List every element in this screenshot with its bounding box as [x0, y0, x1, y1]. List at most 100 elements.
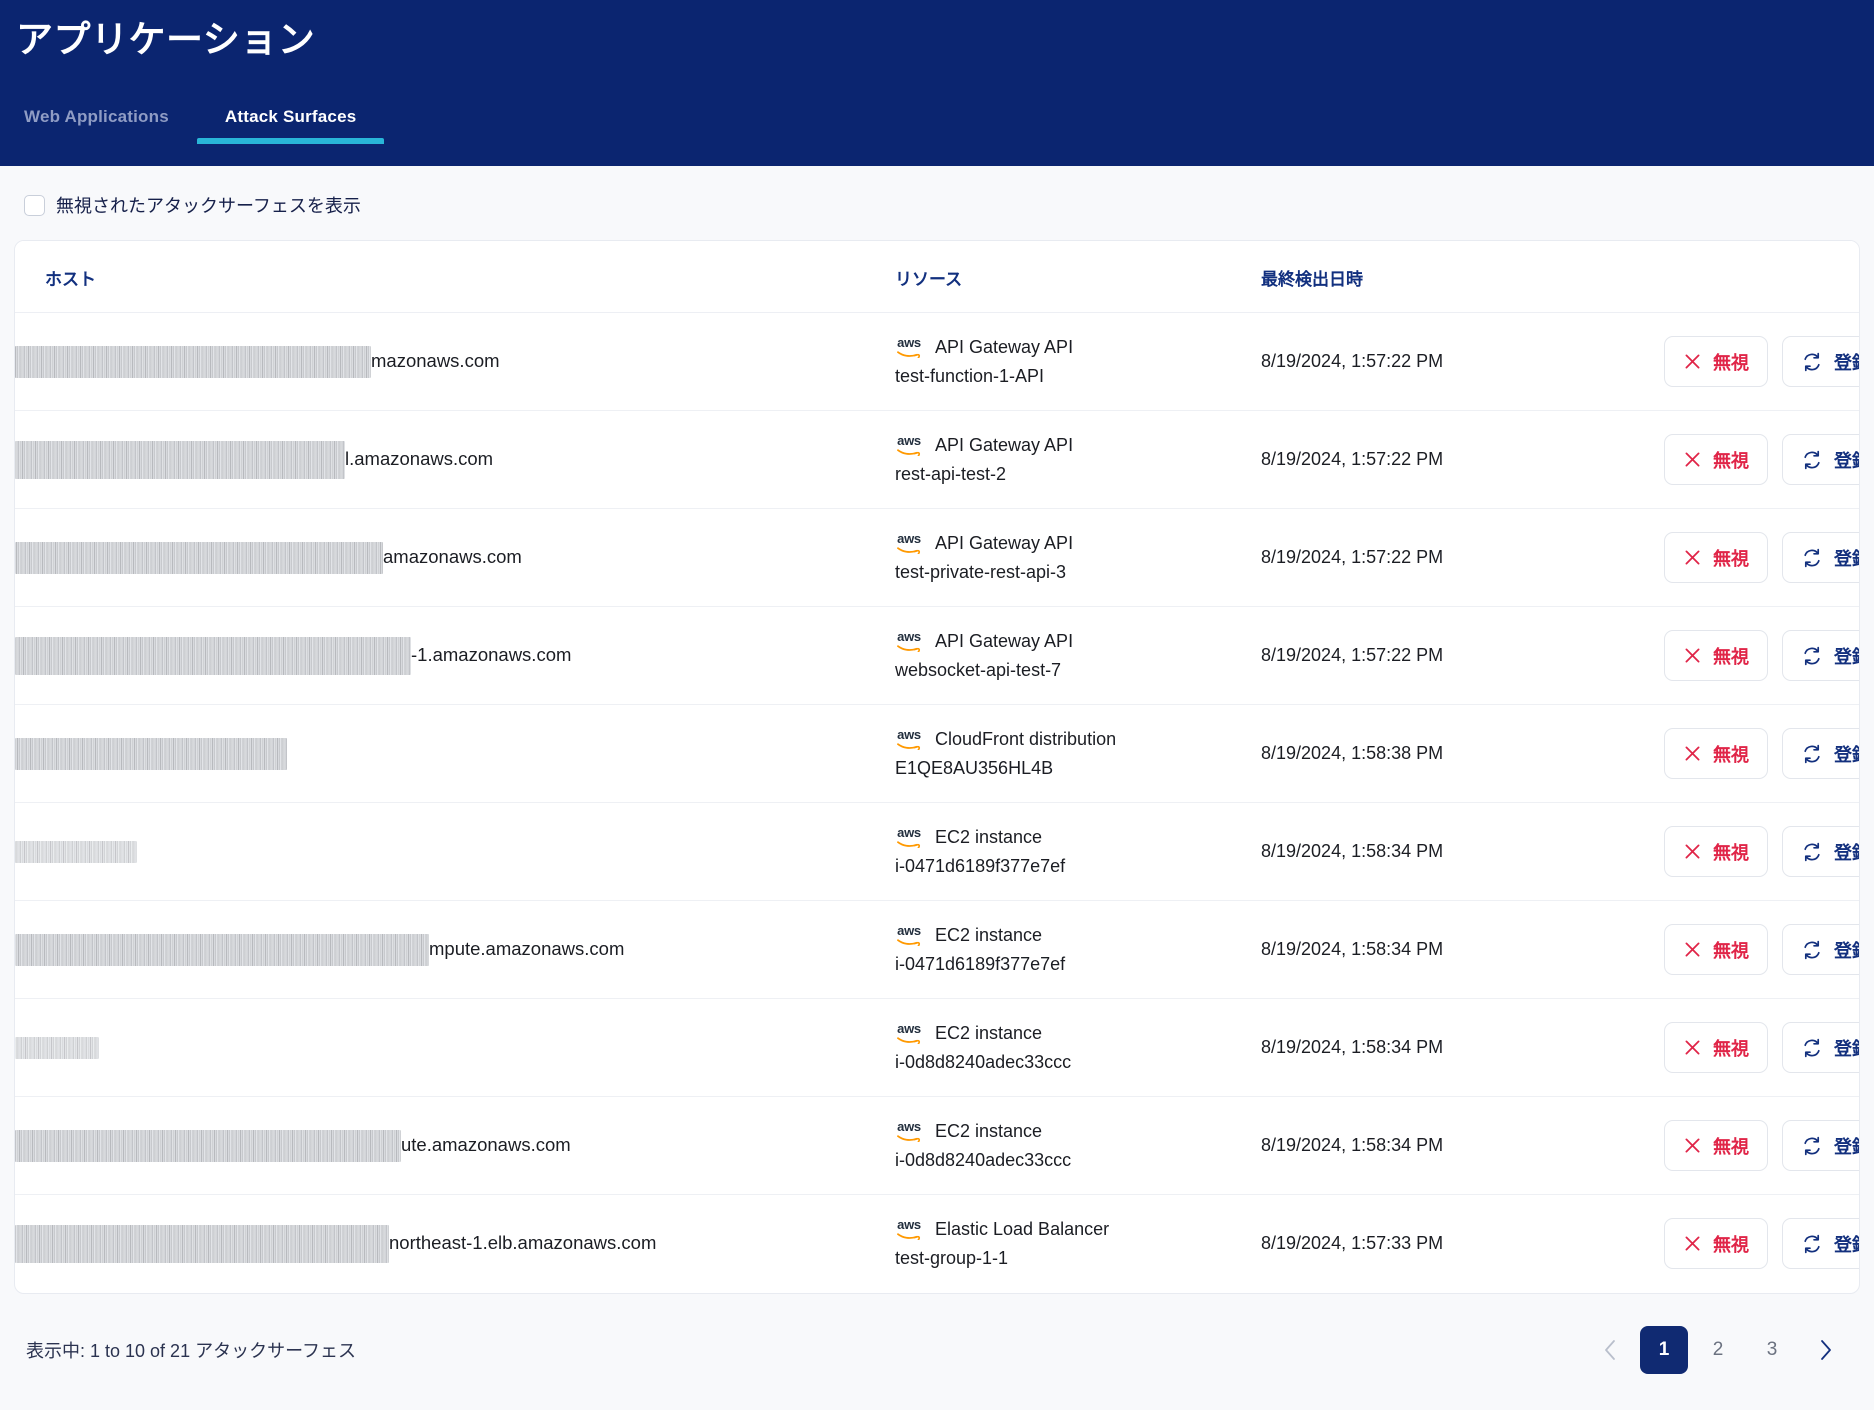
host-value — [15, 737, 895, 770]
ignore-button-label: 無視 — [1713, 1136, 1749, 1157]
table-row[interactable]: aws EC2 instance i-0471d6189f377e7ef 8/19/2… — [15, 802, 1859, 901]
table-row[interactable]: -1.amazonaws.com aws API Gateway API websoc… — [15, 606, 1859, 705]
row-actions: 無視 登録 — [1621, 434, 1859, 485]
ignore-button[interactable]: 無視 — [1664, 630, 1768, 681]
ignore-button[interactable]: 無視 — [1664, 1218, 1768, 1270]
pagination-next-button[interactable] — [1802, 1326, 1850, 1374]
page-body: 無視されたアタックサーフェスを表示 ホスト リソース 最終検出日時 mazona… — [0, 166, 1874, 1410]
resource-id: rest-api-test-2 — [895, 463, 1007, 484]
sync-icon — [1804, 450, 1820, 469]
aws-smile-icon — [897, 1135, 920, 1142]
pagination-page-1[interactable]: 1 — [1640, 1325, 1688, 1374]
page-title: アプリケーション — [16, 19, 316, 60]
last-seen-value: 8/19/2024, 1:57:22 PM — [1261, 449, 1444, 469]
ignore-button-label: 無視 — [1713, 842, 1749, 863]
table-row[interactable]: ute.amazonaws.com aws EC2 instance i-0d8d82… — [15, 1096, 1859, 1195]
register-button[interactable]: 登録 — [1782, 1022, 1859, 1073]
ignore-button-label: 無視 — [1713, 646, 1749, 667]
register-button[interactable]: 登録 — [1782, 630, 1859, 681]
table-row[interactable]: aws CloudFront distribution E1QE8AU356HL4B… — [15, 704, 1859, 803]
ignore-button[interactable]: 無視 — [1664, 1022, 1768, 1073]
tab-attack-surfaces[interactable]: Attack Surfaces — [196, 107, 385, 145]
actions-cell: 無視 登録 — [1621, 1195, 1859, 1293]
tab-web-applications[interactable]: Web Applications — [14, 107, 197, 144]
pagination-page-2[interactable]: 2 — [1694, 1326, 1742, 1374]
ignore-button[interactable]: 無視 — [1664, 1120, 1768, 1171]
pagination-page-3[interactable]: 3 — [1748, 1326, 1796, 1374]
row-actions: 無視 登録 — [1621, 1120, 1859, 1171]
aws-logo-icon: aws — [895, 336, 923, 358]
page-header: アプリケーション Web Applications Attack Surface… — [0, 0, 1874, 166]
resource-value: aws EC2 instance i-0471d6189f377e7ef — [895, 922, 1261, 978]
ignore-button[interactable]: 無視 — [1664, 826, 1768, 877]
resource-type: EC2 instance — [935, 826, 1043, 847]
aws-logo-icon: aws — [895, 532, 923, 554]
ignore-button-label: 無視 — [1713, 352, 1749, 373]
show-ignored-checkbox[interactable] — [24, 194, 45, 216]
resource-value: aws CloudFront distribution E1QE8AU356HL4B — [895, 726, 1261, 782]
resource-type: EC2 instance — [935, 1022, 1043, 1043]
ignore-button[interactable]: 無視 — [1664, 336, 1768, 387]
sync-icon — [1804, 1038, 1820, 1057]
host-cell: mazonaws.com — [15, 312, 895, 411]
register-button[interactable]: 登録 — [1782, 532, 1859, 583]
redacted-host-text — [15, 440, 345, 479]
aws-wordmark: aws — [897, 335, 921, 350]
register-button[interactable]: 登録 — [1782, 1120, 1859, 1171]
row-actions: 無視 登録 — [1621, 826, 1859, 877]
table-header-row: ホスト リソース 最終検出日時 — [15, 241, 1859, 313]
table-row[interactable]: l.amazonaws.com aws API Gateway API rest-ap… — [15, 410, 1859, 509]
ignore-button[interactable]: 無視 — [1664, 728, 1768, 779]
show-ignored-label[interactable]: 無視されたアタックサーフェスを表示 — [56, 192, 361, 218]
pagination-prev-button[interactable] — [1586, 1326, 1634, 1374]
last-seen-cell: 8/19/2024, 1:57:22 PM — [1261, 606, 1621, 705]
last-seen-value: 8/19/2024, 1:58:34 PM — [1261, 1135, 1444, 1155]
resource-cell: aws API Gateway API test-function-1-API — [895, 312, 1261, 411]
aws-smile-icon — [897, 547, 920, 554]
ignore-button[interactable]: 無視 — [1664, 434, 1768, 485]
ignore-button[interactable]: 無視 — [1664, 532, 1768, 583]
register-button[interactable]: 登録 — [1782, 336, 1859, 387]
last-seen-value: 8/19/2024, 1:58:34 PM — [1261, 841, 1444, 861]
resource-value: aws EC2 instance i-0d8d8240adec33ccc — [895, 1020, 1261, 1076]
host-cell — [15, 704, 895, 803]
aws-wordmark: aws — [897, 531, 921, 546]
register-button[interactable]: 登録 — [1782, 434, 1859, 485]
table-row[interactable]: northeast-1.elb.amazonaws.com aws Elastic … — [15, 1195, 1859, 1293]
redacted-host-text — [15, 636, 411, 675]
register-button[interactable]: 登録 — [1782, 1218, 1859, 1270]
last-seen-cell: 8/19/2024, 1:58:34 PM — [1261, 900, 1621, 999]
aws-wordmark: aws — [897, 923, 921, 938]
close-x-icon — [1685, 1236, 1700, 1251]
last-seen-value: 8/19/2024, 1:57:33 PM — [1261, 1233, 1444, 1254]
column-header-last-seen[interactable]: 最終検出日時 — [1261, 241, 1621, 313]
resource-type: Elastic Load Balancer — [935, 1218, 1110, 1239]
redacted-host-text — [15, 737, 287, 770]
table-row[interactable]: mpute.amazonaws.com aws EC2 instance i-0471… — [15, 900, 1859, 999]
register-button-label: 登録 — [1834, 744, 1859, 765]
sync-icon — [1804, 1136, 1820, 1155]
host-value: ute.amazonaws.com — [15, 1129, 895, 1162]
ignore-button[interactable]: 無視 — [1664, 924, 1768, 975]
column-header-resource[interactable]: リソース — [895, 241, 1261, 313]
host-suffix-text: ute.amazonaws.com — [401, 1134, 571, 1156]
register-button[interactable]: 登録 — [1782, 728, 1859, 779]
register-button[interactable]: 登録 — [1782, 924, 1859, 975]
last-seen-value: 8/19/2024, 1:57:22 PM — [1261, 645, 1444, 665]
register-button[interactable]: 登録 — [1782, 826, 1859, 877]
ignore-button-label: 無視 — [1713, 1234, 1749, 1255]
close-x-icon — [1685, 746, 1700, 761]
table-row[interactable]: amazonaws.com aws API Gateway API test-priv… — [15, 508, 1859, 607]
column-header-host[interactable]: ホスト — [15, 241, 895, 313]
resource-cell: aws API Gateway API websocket-api-test-7 — [895, 606, 1261, 705]
host-cell: northeast-1.elb.amazonaws.com — [15, 1195, 895, 1293]
host-cell: mpute.amazonaws.com — [15, 900, 895, 999]
resource-id: test-function-1-API — [895, 365, 1045, 386]
host-value: -1.amazonaws.com — [15, 636, 895, 675]
sync-icon — [1804, 940, 1820, 959]
actions-cell: 無視 登録 — [1621, 508, 1859, 607]
table-row[interactable]: mazonaws.com aws API Gateway API test-funct… — [15, 312, 1859, 411]
actions-cell: 無視 登録 — [1621, 900, 1859, 999]
host-cell — [15, 998, 895, 1097]
table-row[interactable]: aws EC2 instance i-0d8d8240adec33ccc 8/19/2… — [15, 998, 1859, 1097]
